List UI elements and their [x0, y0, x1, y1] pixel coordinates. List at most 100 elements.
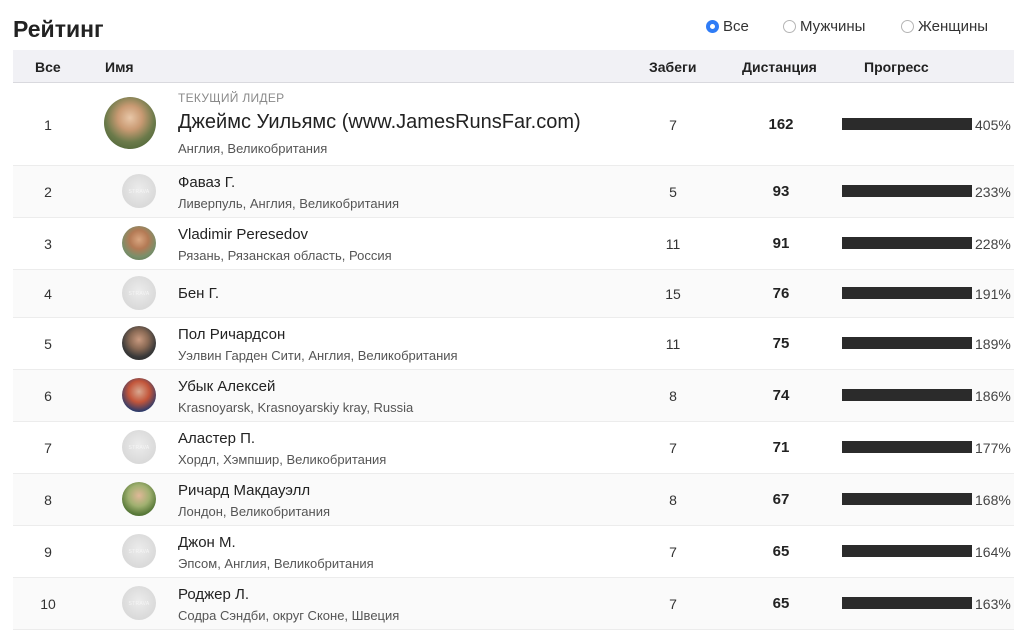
rank-cell: 9 — [44, 544, 52, 560]
default-avatar-icon[interactable] — [122, 586, 156, 620]
runs-cell: 7 — [669, 440, 677, 456]
radio-unchecked-icon — [901, 20, 914, 33]
athlete-location: Рязань, Рязанская область, Россия — [178, 248, 392, 263]
rank-cell: 5 — [44, 336, 52, 352]
athlete-name-link[interactable]: Джеймс Уильямс (www.JamesRunsFar.com) — [178, 111, 581, 134]
rank-cell: 3 — [44, 236, 52, 252]
filter-all-label: Все — [723, 18, 749, 35]
athlete-location: Содра Сэндби, округ Сконе, Швеция — [178, 608, 400, 623]
athlete-location: Эпсом, Англия, Великобритания — [178, 556, 374, 571]
progress-percent: 191% — [975, 286, 1011, 302]
filter-women-label: Женщины — [918, 18, 989, 35]
runs-cell: 15 — [665, 286, 681, 302]
athlete-name-link[interactable]: Ричард Макдауэлл — [178, 482, 310, 499]
athlete-name-link[interactable]: Аластер П. — [178, 430, 255, 447]
filter-men-label: Мужчины — [800, 18, 866, 35]
runs-cell: 7 — [669, 596, 677, 612]
athlete-name-link[interactable]: Убык Алексей — [178, 378, 275, 395]
athlete-location: Англия, Великобритания — [178, 141, 328, 156]
column-header-distance: Дистанция — [742, 59, 817, 75]
table-row: 10 Роджер Л. Содра Сэндби, округ Сконе, … — [13, 578, 1014, 630]
runs-cell: 5 — [669, 184, 677, 200]
table-row: 5 Пол Ричардсон Уэлвин Гарден Сити, Англ… — [13, 318, 1014, 370]
column-header-runs: Забеги — [649, 59, 697, 75]
progress-bar — [842, 287, 972, 299]
radio-unchecked-icon — [783, 20, 796, 33]
progress-percent: 177% — [975, 440, 1011, 456]
progress-percent: 233% — [975, 184, 1011, 200]
rank-cell: 7 — [44, 440, 52, 456]
filter-men-radio[interactable]: Мужчины — [783, 18, 865, 35]
distance-cell: 93 — [772, 183, 790, 200]
runs-cell: 7 — [669, 544, 677, 560]
rank-cell: 8 — [44, 492, 52, 508]
table-row: 9 Джон М. Эпсом, Англия, Великобритания … — [13, 526, 1014, 578]
athlete-name-link[interactable]: Джон М. — [178, 534, 236, 551]
progress-percent: 186% — [975, 388, 1011, 404]
progress-bar — [842, 118, 972, 130]
athlete-name-link[interactable]: Бен Г. — [178, 285, 219, 302]
progress-bar — [842, 493, 972, 505]
table-row: 4 Бен Г. 15 76 191% — [13, 270, 1014, 318]
default-avatar-icon[interactable] — [122, 534, 156, 568]
runs-cell: 11 — [665, 336, 681, 352]
progress-bar — [842, 545, 972, 557]
progress-bar — [842, 389, 972, 401]
column-header-name: Имя — [105, 59, 134, 75]
runs-cell: 8 — [669, 388, 677, 404]
table-row: 2 Фаваз Г. Ливерпуль, Англия, Великобрит… — [13, 166, 1014, 218]
athlete-location: Krasnoyarsk, Krasnoyarskiy kray, Russia — [178, 400, 414, 415]
athlete-location: Уэлвин Гарден Сити, Англия, Великобритан… — [178, 348, 458, 363]
athlete-avatar[interactable] — [122, 482, 156, 516]
column-header-progress: Прогресс — [864, 59, 929, 75]
progress-percent: 164% — [975, 544, 1011, 560]
distance-cell: 91 — [772, 235, 790, 252]
distance-cell: 65 — [772, 543, 790, 560]
distance-cell: 162 — [768, 116, 794, 133]
progress-percent: 228% — [975, 236, 1011, 252]
progress-percent: 189% — [975, 336, 1011, 352]
progress-bar — [842, 441, 972, 453]
athlete-location: Лондон, Великобритания — [178, 504, 330, 519]
radio-checked-icon — [706, 20, 719, 33]
athlete-avatar[interactable] — [122, 326, 156, 360]
table-row: 7 Аластер П. Хордл, Хэмпшир, Великобрита… — [13, 422, 1014, 474]
athlete-name-link[interactable]: Роджер Л. — [178, 586, 249, 603]
rank-cell: 6 — [44, 388, 52, 404]
distance-cell: 71 — [772, 439, 790, 456]
distance-cell: 74 — [772, 387, 790, 404]
filter-all-radio[interactable]: Все — [706, 18, 749, 35]
athlete-name-link[interactable]: Пол Ричардсон — [178, 326, 285, 343]
athlete-location: Ливерпуль, Англия, Великобритания — [178, 196, 400, 211]
distance-cell: 76 — [772, 285, 790, 302]
athlete-avatar[interactable] — [122, 226, 156, 260]
table-header: Все Имя Забеги Дистанция Прогресс — [13, 50, 1014, 83]
progress-bar — [842, 337, 972, 349]
runs-cell: 8 — [669, 492, 677, 508]
table-row: 3 Vladimir Peresedov Рязань, Рязанская о… — [13, 218, 1014, 270]
distance-cell: 67 — [772, 491, 790, 508]
default-avatar-icon[interactable] — [122, 174, 156, 208]
progress-bar — [842, 597, 972, 609]
rank-cell: 4 — [44, 286, 52, 302]
athlete-avatar[interactable] — [122, 378, 156, 412]
athlete-location: Хордл, Хэмпшир, Великобритания — [178, 452, 387, 467]
current-leader-label: ТЕКУЩИЙ ЛИДЕР — [178, 91, 285, 105]
athlete-avatar[interactable] — [104, 97, 156, 149]
athlete-name-link[interactable]: Фаваз Г. — [178, 174, 235, 191]
filter-women-radio[interactable]: Женщины — [901, 18, 988, 35]
athlete-name-link[interactable]: Vladimir Peresedov — [178, 226, 308, 243]
column-header-rank[interactable]: Все — [35, 59, 61, 75]
default-avatar-icon[interactable] — [122, 276, 156, 310]
default-avatar-icon[interactable] — [122, 430, 156, 464]
progress-percent: 168% — [975, 492, 1011, 508]
rank-cell: 10 — [40, 596, 56, 612]
table-row: 1 ТЕКУЩИЙ ЛИДЕР Джеймс Уильямс (www.Jame… — [13, 83, 1014, 166]
runs-cell: 11 — [665, 236, 681, 252]
distance-cell: 65 — [772, 595, 790, 612]
runs-cell: 7 — [669, 117, 677, 133]
distance-cell: 75 — [772, 335, 790, 352]
table-row: 6 Убык Алексей Krasnoyarsk, Krasnoyarski… — [13, 370, 1014, 422]
rank-cell: 2 — [44, 184, 52, 200]
progress-percent: 405% — [975, 117, 1011, 133]
